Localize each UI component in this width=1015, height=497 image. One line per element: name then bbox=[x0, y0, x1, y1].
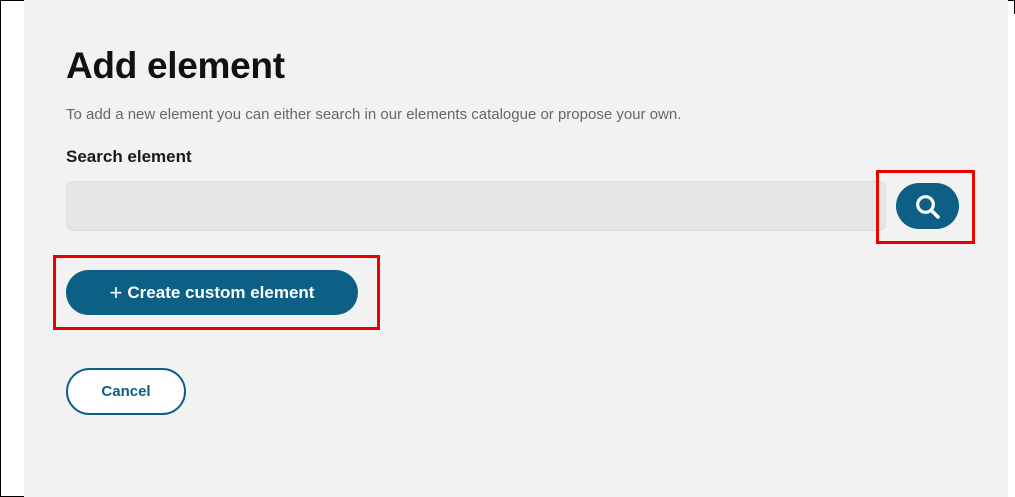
page-title: Add element bbox=[66, 45, 285, 86]
search-input[interactable] bbox=[66, 181, 886, 231]
plus-icon: + bbox=[109, 280, 123, 305]
search-label: Search element bbox=[66, 147, 192, 166]
cancel-button[interactable]: Cancel bbox=[66, 368, 186, 415]
search-icon bbox=[916, 195, 940, 219]
dialog-description: To add a new element you can either sear… bbox=[66, 106, 682, 123]
create-custom-element-button[interactable]: + Create custom element bbox=[66, 270, 358, 315]
search-button[interactable] bbox=[896, 183, 959, 229]
panel-edge bbox=[1008, 14, 1015, 497]
create-custom-element-label: Create custom element bbox=[127, 283, 315, 302]
